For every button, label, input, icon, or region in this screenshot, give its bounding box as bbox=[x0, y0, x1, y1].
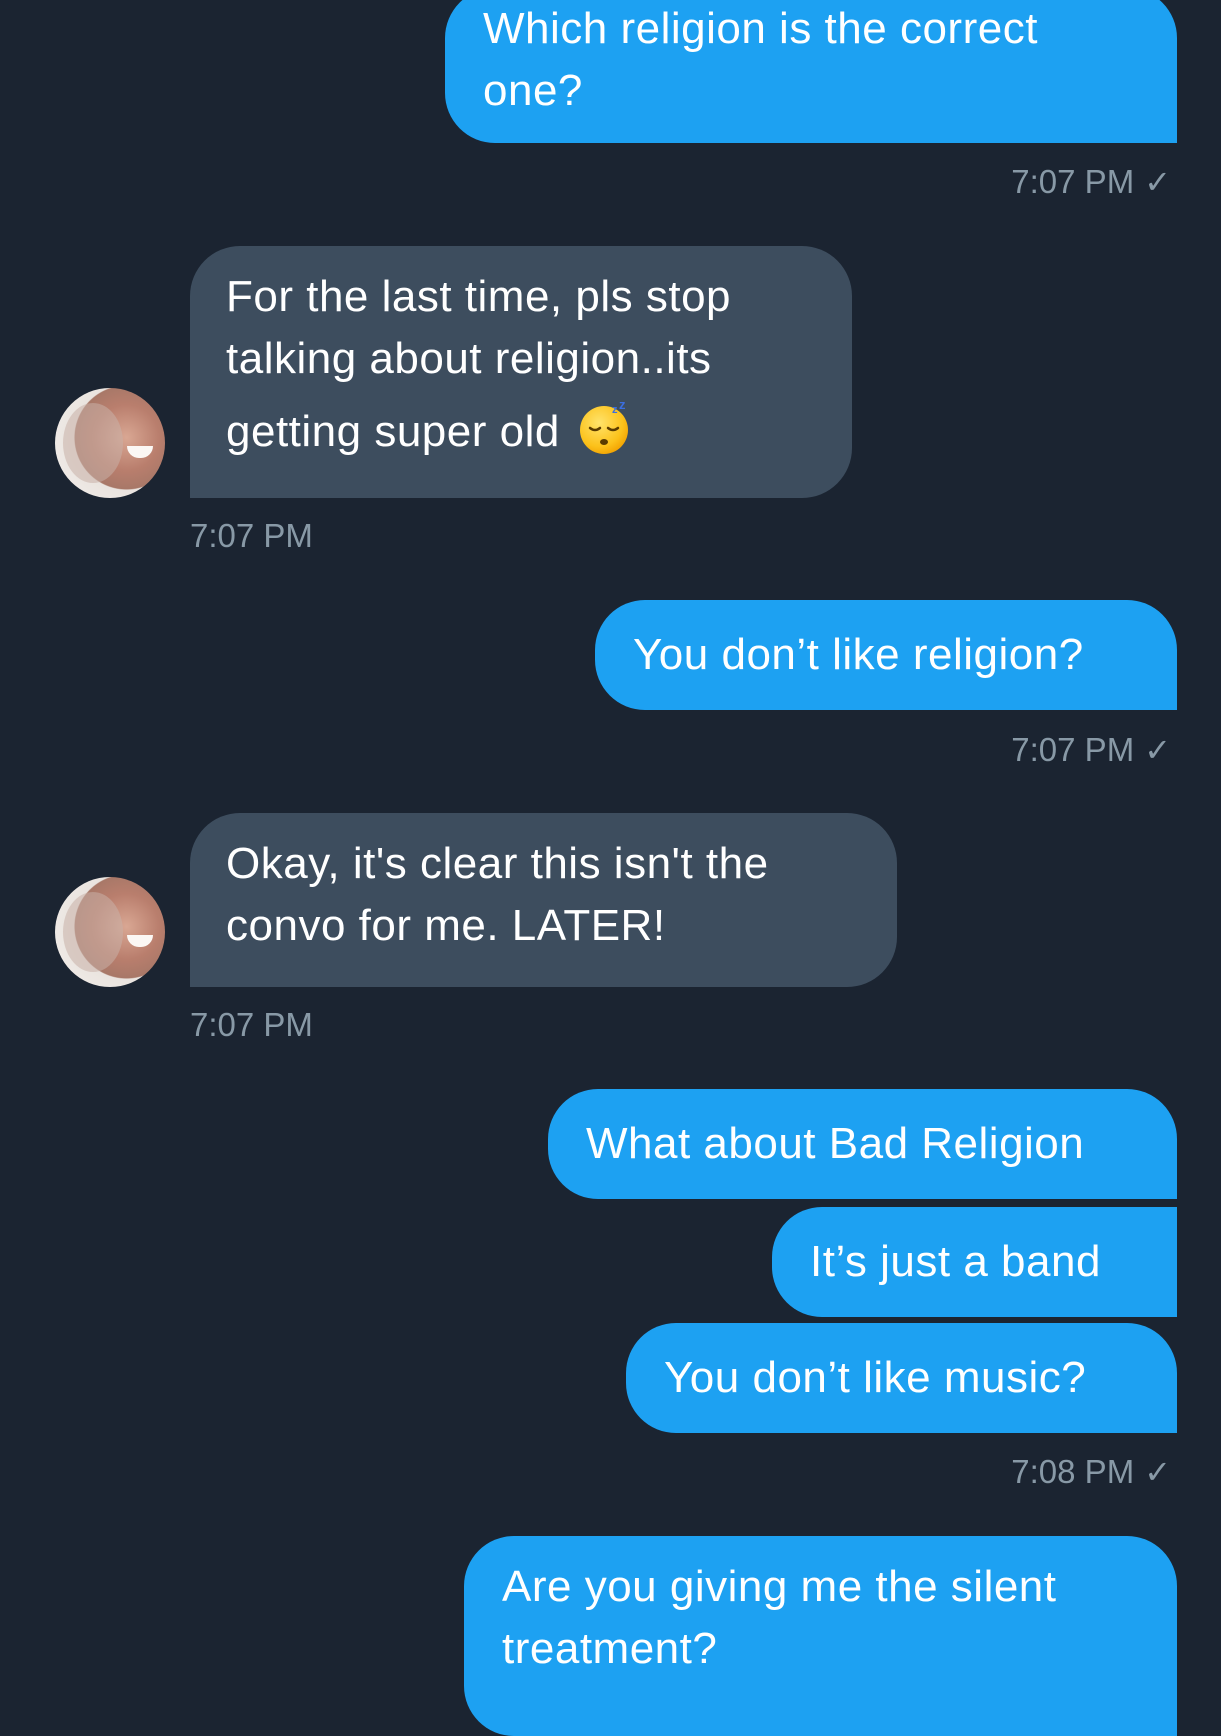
avatar[interactable] bbox=[55, 388, 165, 498]
message-text: Okay, it's clear this isn't the bbox=[226, 839, 769, 888]
message-text: one? bbox=[483, 66, 583, 115]
sent-message[interactable]: You don’t like religion? bbox=[595, 600, 1177, 710]
sent-message[interactable]: It’s just a band bbox=[772, 1207, 1177, 1317]
sent-message[interactable]: What about Bad Religion bbox=[548, 1089, 1177, 1199]
timestamp: 7:07 PM bbox=[190, 517, 313, 554]
message-text: What about Bad Religion bbox=[586, 1119, 1085, 1168]
message-text: getting super old bbox=[226, 407, 560, 456]
message-text: Are you giving me the silent bbox=[502, 1562, 1057, 1611]
sent-message[interactable]: You don’t like music? bbox=[626, 1323, 1177, 1433]
timestamp: 7:08 PM ✓ bbox=[1011, 1453, 1171, 1490]
message-text: treatment? bbox=[502, 1624, 718, 1673]
message-text: It’s just a band bbox=[810, 1237, 1101, 1286]
svg-text:z: z bbox=[619, 400, 626, 412]
read-check-icon: ✓ bbox=[1144, 732, 1171, 768]
timestamp: 7:07 PM ✓ bbox=[1011, 163, 1171, 200]
message-text: For the last time, pls stop bbox=[226, 272, 732, 321]
sent-message[interactable]: Which religion is the correct one? bbox=[445, 0, 1177, 143]
read-check-icon: ✓ bbox=[1144, 1454, 1171, 1490]
timestamp: 7:07 PM ✓ bbox=[1011, 731, 1171, 768]
svg-text:z: z bbox=[612, 404, 618, 416]
timestamp: 7:07 PM bbox=[190, 1006, 313, 1043]
read-check-icon: ✓ bbox=[1144, 164, 1171, 200]
message-text: Which religion is the correct bbox=[483, 4, 1038, 53]
message-text: You don’t like music? bbox=[664, 1353, 1087, 1402]
message-text: convo for me. LATER! bbox=[226, 901, 666, 950]
sent-message[interactable]: Are you giving me the silent treatment? bbox=[464, 1536, 1177, 1736]
message-text: You don’t like religion? bbox=[633, 630, 1084, 679]
received-message[interactable]: Okay, it's clear this isn't the convo fo… bbox=[190, 813, 897, 987]
avatar[interactable] bbox=[55, 877, 165, 987]
sleeping-face-icon: z z bbox=[579, 400, 628, 454]
received-message[interactable]: For the last time, pls stop talking abou… bbox=[190, 246, 852, 498]
message-text: talking about religion..its bbox=[226, 334, 712, 383]
